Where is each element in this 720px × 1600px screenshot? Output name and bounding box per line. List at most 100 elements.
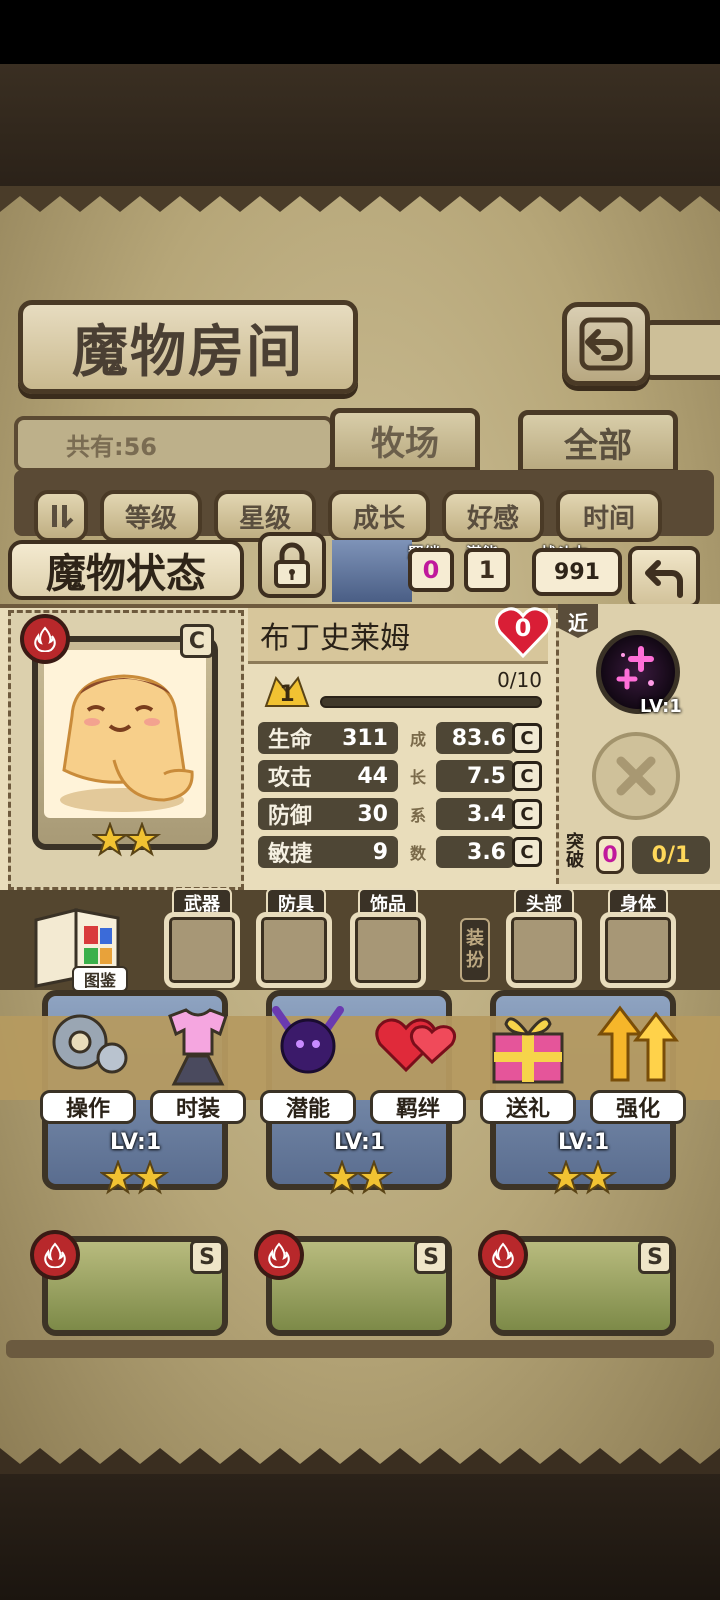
grade-hp: C [512, 723, 542, 753]
bond-value: 0 [408, 548, 454, 592]
card-stars [324, 1160, 394, 1195]
stat-agility: 敏捷 9 [258, 836, 398, 868]
stat-value: 9 [372, 839, 388, 865]
codex-label: 图鉴 [72, 966, 128, 992]
hearts-icon [375, 1018, 457, 1073]
monster-portrait [44, 650, 206, 818]
level-badge-icon: 1 [262, 672, 312, 716]
card-peek [332, 540, 412, 602]
status-bar-top [0, 0, 720, 64]
tab-all[interactable]: 全部 [518, 410, 678, 474]
lock-icon [274, 542, 310, 588]
dress-up-label: 装扮 [460, 918, 490, 982]
exp-bar [320, 696, 542, 708]
action-label: 强化 [590, 1090, 686, 1124]
page-title: 魔物房间 [72, 318, 304, 385]
breakthrough-label: 突破 [566, 832, 584, 871]
demon-icon [272, 1006, 344, 1074]
monster-count-bar: 共有:56 [14, 416, 334, 472]
breakthrough-count: 0 [596, 836, 624, 874]
weapon-slot[interactable] [164, 912, 240, 988]
armor-slot[interactable] [256, 912, 332, 988]
zigzag-border-bottom [0, 1448, 720, 1474]
background-top [0, 64, 720, 194]
page-title-plaque: 魔物房间 [18, 300, 358, 394]
background-bottom [0, 1474, 720, 1600]
favor-heart-icon: 0 [494, 606, 552, 660]
sort-order-icon [52, 505, 74, 529]
gear-icon [52, 1014, 128, 1074]
fire-element-icon [20, 614, 70, 664]
card-rank: S [414, 1240, 448, 1274]
action-label: 潜能 [260, 1090, 356, 1124]
list-bottom-frame [6, 1340, 714, 1358]
card-rank: S [638, 1240, 672, 1274]
action-bond[interactable]: 羁绊 [370, 1000, 466, 1124]
monster-stars [90, 821, 162, 858]
stat-label: 防御 [268, 804, 313, 829]
back-strip [640, 320, 720, 380]
monster-status-title: 魔物状态 [8, 540, 244, 600]
exp-text: 0/10 [497, 668, 542, 692]
empty-skill-slot[interactable] [592, 732, 680, 820]
grade-attack: C [512, 761, 542, 791]
sort-time[interactable]: 时间 [556, 490, 662, 542]
close-status-button[interactable] [628, 546, 700, 608]
zigzag-border-top [0, 186, 720, 212]
sort-level[interactable]: 等级 [100, 490, 202, 542]
action-fashion[interactable]: 时装 [150, 1000, 246, 1124]
stat-defense: 防御 30 [258, 798, 398, 830]
skill-level: LV:1 [640, 696, 682, 717]
grade-agility: C [512, 837, 542, 867]
stat-label: 生命 [268, 728, 313, 753]
action-label: 时装 [150, 1090, 246, 1124]
card-level: LV:1 [334, 1130, 386, 1155]
action-potential[interactable]: 潜能 [260, 1000, 356, 1124]
card-level: LV:1 [110, 1130, 162, 1155]
sort-growth[interactable]: 成长 [328, 490, 430, 542]
growth-attack: 7.5 [436, 760, 514, 792]
growth-label-2: 长 [409, 768, 426, 787]
power-value: 991 [532, 548, 622, 596]
growth-label-1: 成 [409, 730, 426, 749]
stat-label: 敏捷 [268, 842, 313, 867]
lock-button[interactable] [258, 532, 326, 598]
gift-icon [492, 1017, 564, 1084]
card-stars [548, 1160, 618, 1195]
action-operate[interactable]: 操作 [40, 1000, 136, 1124]
fire-element-icon [30, 1230, 80, 1280]
growth-label-3: 系 [409, 806, 426, 825]
action-enhance[interactable]: 强化 [590, 1000, 686, 1124]
card-rank: S [190, 1240, 224, 1274]
growth-agility: 3.6 [436, 836, 514, 868]
monster-level: 1 [279, 682, 295, 707]
back-button[interactable] [562, 302, 650, 386]
stat-attack: 攻击 44 [258, 760, 398, 792]
sort-order-button[interactable] [34, 490, 88, 542]
accessory-slot[interactable] [350, 912, 426, 988]
breakthrough-progress: 0/1 [632, 836, 710, 874]
fire-element-icon [254, 1230, 304, 1280]
head-slot[interactable] [506, 912, 582, 988]
sort-favor[interactable]: 好感 [442, 490, 544, 542]
return-arrow-icon [645, 560, 683, 598]
pudding-slime-image [60, 674, 194, 812]
growth-defense: 3.4 [436, 798, 514, 830]
potential-value: 1 [464, 548, 510, 592]
monster-count: 共有:56 [66, 432, 157, 461]
grade-defense: C [512, 799, 542, 829]
growth-hp: 83.6 [436, 722, 514, 754]
body-slot[interactable] [600, 912, 676, 988]
return-icon [579, 317, 633, 371]
close-icon [616, 756, 656, 796]
card-stars [100, 1160, 170, 1195]
stat-label: 攻击 [268, 766, 313, 791]
outfit-icon [168, 1008, 228, 1086]
action-label: 送礼 [480, 1090, 576, 1124]
favor-value: 0 [514, 614, 532, 642]
fire-element-icon [478, 1230, 528, 1280]
stat-hp: 生命 311 [258, 722, 398, 754]
action-gift[interactable]: 送礼 [480, 1000, 576, 1124]
action-label: 羁绊 [370, 1090, 466, 1124]
tab-ranch[interactable]: 牧场 [330, 408, 480, 472]
